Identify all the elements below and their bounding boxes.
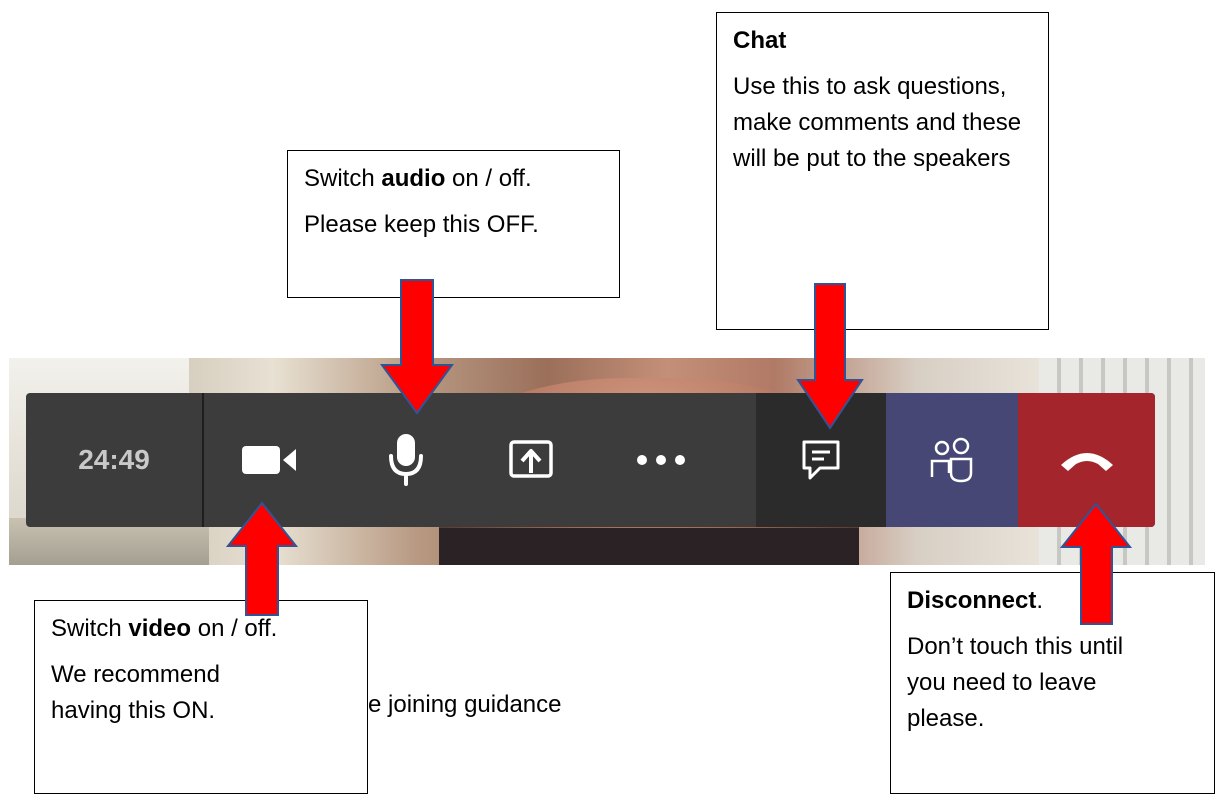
video-callout-line1: Switch video on / off. — [51, 611, 351, 647]
audio-callout-pre: Switch — [304, 165, 382, 192]
audio-callout-post: on / off. — [445, 165, 532, 192]
chat-callout-body: Use this to ask questions, make comments… — [733, 73, 1022, 172]
video-callout-bold: video — [128, 615, 192, 642]
video-participant-shirt — [439, 528, 859, 565]
disconnect-callout-title-suffix: . — [1036, 587, 1044, 614]
hang-up-button[interactable] — [1018, 393, 1155, 527]
background-document-text-end: e joining guidance — [368, 691, 562, 718]
video-camera-icon — [242, 446, 296, 474]
call-duration-timer: 24:49 — [78, 444, 150, 475]
meeting-controls-toolbar: 24:49 — [26, 393, 1155, 527]
more-options-icon — [637, 455, 685, 465]
chat-icon — [802, 440, 840, 480]
participants-icon — [930, 437, 973, 483]
disconnect-callout-title: Disconnect. — [907, 583, 1198, 619]
toggle-audio-button[interactable] — [346, 393, 466, 527]
more-options-button[interactable] — [596, 393, 726, 527]
disconnect-callout: Disconnect. Don’t touch this until you n… — [890, 572, 1215, 794]
video-callout-line2: We recommend having this ON. — [51, 661, 220, 724]
disconnect-callout-title-text: Disconnect — [907, 587, 1037, 614]
video-callout-post: on / off. — [191, 615, 278, 642]
share-screen-button[interactable] — [476, 393, 586, 527]
video-callout: Switch video on / off. We recommend havi… — [34, 600, 368, 794]
audio-callout-bold: audio — [381, 165, 446, 192]
chat-callout-title: Chat — [733, 23, 1032, 59]
video-callout-pre: Switch — [51, 615, 129, 642]
chat-button[interactable] — [756, 393, 886, 527]
hang-up-icon — [1060, 453, 1113, 471]
share-screen-icon — [509, 440, 553, 478]
audio-callout-line2: Please keep this OFF. — [304, 211, 539, 238]
audio-callout: Switch audio on / off. Please keep this … — [287, 150, 620, 298]
participants-button[interactable] — [886, 393, 1018, 527]
toggle-video-button[interactable] — [204, 393, 334, 527]
audio-callout-line1: Switch audio on / off. — [304, 161, 603, 197]
chat-callout-title-text: Chat — [733, 27, 787, 54]
disconnect-callout-body: Don’t touch this until you need to leave… — [907, 633, 1124, 732]
chat-callout: Chat Use this to ask questions, make com… — [716, 12, 1049, 330]
microphone-icon — [389, 434, 423, 486]
